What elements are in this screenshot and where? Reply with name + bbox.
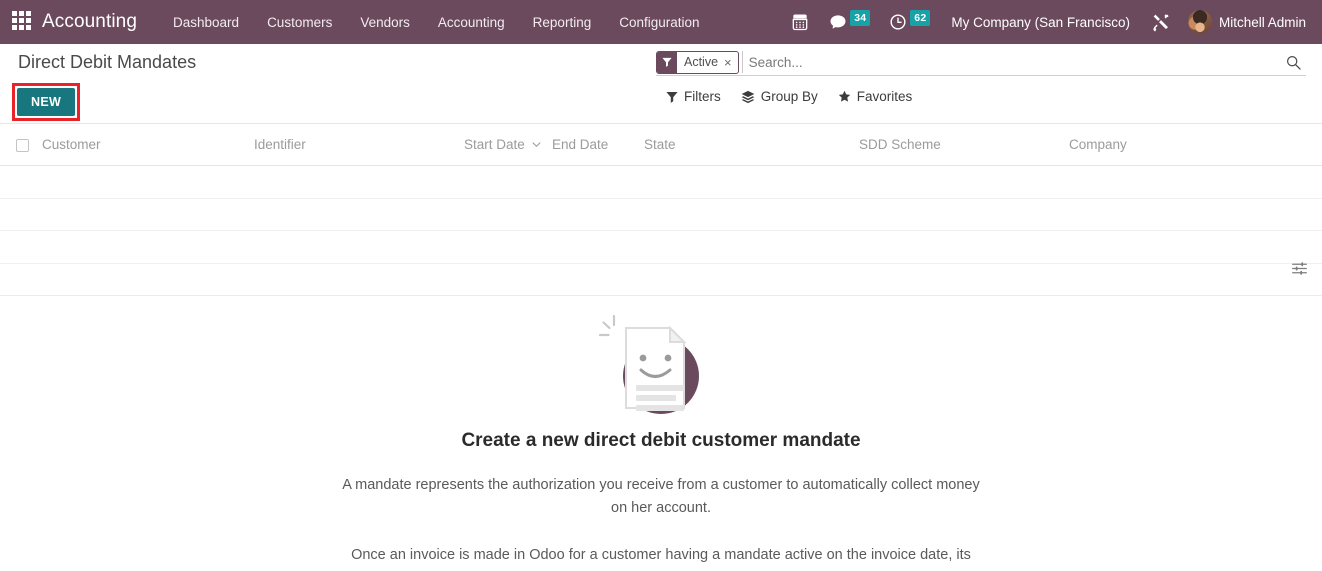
column-header-identifier[interactable]: Identifier — [254, 124, 464, 166]
column-header-state[interactable]: State — [644, 124, 859, 166]
table-header: Customer Identifier Start Date End Date … — [0, 124, 1322, 166]
column-header-sdd-scheme[interactable]: SDD Scheme — [859, 124, 1069, 166]
list-view: Customer Identifier Start Date End Date … — [0, 124, 1322, 296]
filters-button[interactable]: Filters — [666, 89, 721, 104]
company-switcher[interactable]: My Company (San Francisco) — [939, 9, 1142, 36]
search-facet-label: Active — [684, 55, 719, 69]
empty-state-paragraph-2: Once an invoice is made in Odoo for a cu… — [346, 547, 976, 571]
column-header-customer[interactable]: Customer — [42, 124, 254, 166]
search-bar[interactable]: Active × — [656, 49, 1306, 76]
user-avatar — [1187, 10, 1212, 34]
column-header-end-date[interactable]: End Date — [552, 124, 644, 166]
systray: 34 62 My Company (San Francisco) Mitchel… — [781, 6, 1312, 38]
menu-item-dashboard[interactable]: Dashboard — [159, 9, 253, 36]
table-row — [0, 198, 1322, 231]
empty-state: Create a new direct debit customer manda… — [0, 296, 1322, 571]
group-by-label: Group By — [760, 89, 818, 104]
select-all-checkbox[interactable] — [16, 138, 29, 152]
search-input[interactable] — [741, 51, 1280, 73]
apps-grid-icon[interactable] — [12, 11, 34, 33]
column-label-sdd-scheme: SDD Scheme — [859, 137, 941, 152]
column-label-start-date: Start Date — [464, 137, 525, 152]
select-all-cell — [0, 124, 42, 166]
user-menu[interactable]: Mitchell Admin — [1180, 6, 1312, 38]
app-brand-accounting[interactable]: Accounting — [42, 11, 137, 33]
messaging-button[interactable]: 34 — [819, 8, 879, 36]
menu-item-vendors[interactable]: Vendors — [346, 9, 424, 36]
activities-button[interactable]: 62 — [879, 8, 939, 36]
filter-funnel-icon — [666, 91, 678, 103]
table-header-row: Customer Identifier Start Date End Date … — [0, 124, 1322, 166]
favorites-label: Favorites — [856, 89, 913, 104]
control-panel: Direct Debit Mandates NEW Active × Searc… — [0, 44, 1322, 124]
messaging-counter: 34 — [850, 10, 871, 26]
group-by-button[interactable]: Group By — [741, 89, 818, 104]
new-button[interactable]: NEW — [17, 88, 76, 116]
activities-counter: 62 — [910, 10, 931, 26]
voip-button[interactable] — [781, 8, 819, 36]
column-label-company: Company — [1069, 137, 1127, 152]
menu-item-accounting[interactable]: Accounting — [424, 9, 519, 36]
table-body — [0, 165, 1322, 296]
table-row — [0, 165, 1322, 199]
phone-icon — [792, 14, 808, 31]
chevron-down-icon — [532, 142, 541, 148]
layers-icon — [741, 90, 755, 103]
new-button-highlight: NEW — [12, 83, 81, 121]
table-cell-empty — [0, 263, 1322, 296]
chat-bubble-icon — [830, 15, 846, 29]
developer-tools-button[interactable] — [1142, 8, 1180, 36]
empty-state-paragraph-1: A mandate represents the authorization y… — [342, 477, 980, 516]
top-navbar: Accounting Dashboard Customers Vendors A… — [0, 0, 1322, 44]
table-cell-empty — [0, 165, 1322, 199]
mandates-table: Customer Identifier Start Date End Date … — [0, 124, 1322, 296]
filters-label: Filters — [684, 89, 721, 104]
column-header-start-date[interactable]: Start Date — [464, 124, 552, 166]
smiling-document-illustration — [598, 314, 699, 414]
menu-item-customers[interactable]: Customers — [253, 9, 346, 36]
search-icon[interactable] — [1280, 49, 1306, 75]
column-label-state: State — [644, 137, 676, 152]
star-icon — [838, 90, 850, 102]
empty-state-title: Create a new direct debit customer manda… — [461, 430, 861, 451]
clock-icon — [890, 14, 906, 30]
table-row — [0, 263, 1322, 296]
optional-columns-button[interactable] — [1291, 260, 1308, 282]
column-label-end-date: End Date — [552, 137, 609, 152]
main-menu: Dashboard Customers Vendors Accounting R… — [159, 9, 714, 36]
search-dropdown-buttons: Filters Group By Favorites — [656, 89, 1306, 104]
tools-icon — [1153, 14, 1169, 32]
search-panel: Active × Filters — [656, 49, 1306, 104]
table-row — [0, 230, 1322, 264]
menu-item-configuration[interactable]: Configuration — [605, 9, 713, 36]
user-name-label: Mitchell Admin — [1218, 14, 1306, 30]
column-settings-icon — [1292, 262, 1307, 275]
search-facet-remove-icon[interactable]: × — [723, 52, 738, 73]
search-facet-active[interactable]: Active × — [656, 50, 739, 74]
table-cell-empty — [0, 230, 1322, 264]
favorites-button[interactable]: Favorites — [838, 89, 913, 104]
filter-funnel-icon — [657, 51, 677, 73]
column-label-identifier: Identifier — [254, 137, 306, 152]
column-label-customer: Customer — [42, 137, 101, 152]
column-header-company[interactable]: Company — [1069, 124, 1322, 166]
page-title: Direct Debit Mandates — [18, 52, 197, 72]
table-cell-empty — [0, 198, 1322, 231]
menu-item-reporting[interactable]: Reporting — [519, 9, 606, 36]
